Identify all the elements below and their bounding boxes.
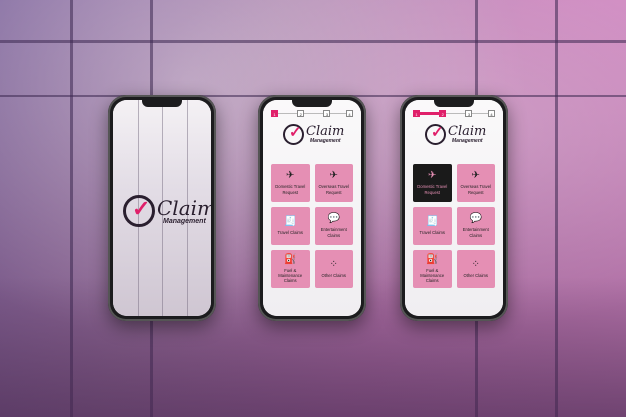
- phone-menu: 1 2 3 4 ✓ Claim Management ✈ Domestic Tra…: [258, 95, 366, 321]
- step-2[interactable]: 2: [439, 110, 447, 117]
- tile-overseas-travel[interactable]: ✈ Overseas Travel Request: [456, 164, 495, 202]
- brand-name: Claim: [448, 124, 487, 139]
- receipt-icon: 🧾: [284, 215, 297, 227]
- tile-label: Domestic Travel Request: [275, 184, 306, 195]
- tile-label: Fuel & Maintenance Claims: [278, 267, 303, 284]
- menu-grid: ✈ Domestic Travel Request ✈ Overseas Trave…: [271, 164, 353, 288]
- app-logo: ✓ Claim Management: [283, 124, 344, 145]
- receipt-icon: 🧾: [426, 215, 439, 227]
- tile-label: Other Claims: [321, 272, 346, 278]
- chat-icon: 💬: [327, 213, 340, 225]
- tile-label: Overseas Travel Request: [318, 184, 350, 195]
- brand-tagline: Management: [452, 138, 483, 144]
- grid-icon: ⁘: [471, 258, 480, 270]
- brand-name: Claim: [157, 195, 211, 220]
- tile-overseas-travel[interactable]: ✈ Overseas Travel Request: [314, 164, 353, 202]
- fuel-pump-icon: ⛽: [426, 253, 439, 265]
- brand-tagline: Management: [310, 138, 341, 144]
- tile-label: Domestic Travel Request: [417, 184, 448, 195]
- phone-splash: ✓ Claim Management: [108, 95, 216, 321]
- tile-travel-claims[interactable]: 🧾 Travel Claims: [271, 207, 310, 245]
- tile-label: Overseas Travel Request: [460, 184, 492, 195]
- splash-screen: ✓ Claim Management: [113, 100, 211, 316]
- step-4[interactable]: 4: [488, 110, 495, 117]
- tile-other-claims[interactable]: ⁘ Other Claims: [314, 250, 353, 288]
- check-icon: ✓: [132, 196, 151, 221]
- step-3[interactable]: 3: [465, 110, 473, 117]
- step-4[interactable]: 4: [346, 110, 353, 117]
- step-1[interactable]: 1: [413, 110, 420, 117]
- airplane-takeoff-icon: ✈: [428, 170, 437, 182]
- step-1[interactable]: 1: [271, 110, 278, 117]
- tile-entertainment-claims[interactable]: 💬 Entertainment Claims: [314, 207, 353, 245]
- brand-tagline: Management: [163, 217, 206, 225]
- menu-grid: ✈ Domestic Travel Request ✈ Overseas Trave…: [413, 164, 495, 288]
- progress-stepper: 1 2 3 4: [413, 110, 495, 118]
- airplane-icon: ✈: [329, 170, 338, 182]
- airplane-icon: ✈: [471, 170, 480, 182]
- tile-label: Travel Claims: [277, 229, 303, 235]
- progress-stepper: 1 2 3 4: [271, 110, 353, 118]
- chat-icon: 💬: [469, 213, 482, 225]
- tile-label: Entertainment Claims: [462, 227, 489, 238]
- tile-label: Travel Claims: [419, 229, 445, 235]
- tile-fuel-claims[interactable]: ⛽ Fuel & Maintenance Claims: [413, 250, 452, 288]
- tile-fuel-claims[interactable]: ⛽ Fuel & Maintenance Claims: [271, 250, 310, 288]
- app-logo: ✓ Claim Management: [425, 124, 486, 145]
- fuel-pump-icon: ⛽: [284, 253, 297, 265]
- step-2[interactable]: 2: [297, 110, 305, 117]
- tile-other-claims[interactable]: ⁘ Other Claims: [456, 250, 495, 288]
- check-icon: ✓: [289, 124, 302, 141]
- tile-label: Entertainment Claims: [320, 227, 347, 238]
- grid-icon: ⁘: [329, 258, 338, 270]
- check-icon: ✓: [431, 124, 444, 141]
- tile-label: Other Claims: [463, 272, 488, 278]
- tile-travel-claims[interactable]: 🧾 Travel Claims: [413, 207, 452, 245]
- app-logo: ✓ Claim Management: [123, 195, 211, 227]
- step-3[interactable]: 3: [323, 110, 331, 117]
- airplane-takeoff-icon: ✈: [286, 170, 295, 182]
- tile-entertainment-claims[interactable]: 💬 Entertainment Claims: [456, 207, 495, 245]
- tile-domestic-travel-selected[interactable]: ✈ Domestic Travel Request: [413, 164, 452, 202]
- tile-label: Fuel & Maintenance Claims: [420, 267, 445, 284]
- phone-menu-selected: 1 2 3 4 ✓ Claim Management ✈ Domestic Tra…: [400, 95, 508, 321]
- tile-domestic-travel[interactable]: ✈ Domestic Travel Request: [271, 164, 310, 202]
- brand-name: Claim: [306, 124, 345, 139]
